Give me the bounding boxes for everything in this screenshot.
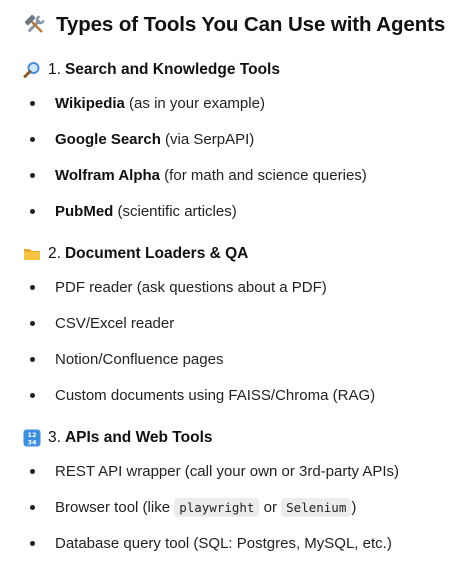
inline-code-selenium: Selenium xyxy=(281,498,352,517)
section-number: 3. xyxy=(48,429,61,446)
list-item-text: Browser tool (like xyxy=(55,499,175,516)
list-item-text: PDF reader (ask questions about a PDF) xyxy=(55,279,327,296)
list-item: Browser tool (like playwright or Seleniu… xyxy=(30,498,357,517)
section-heading-documents: 2. Document Loaders & QA xyxy=(22,245,248,263)
bullet-dot xyxy=(30,173,35,178)
page-title-text: Types of Tools You Can Use with Agents xyxy=(56,13,446,36)
list-item-text: or xyxy=(259,499,282,516)
list-item-text: Custom documents using FAISS/Chroma (RAG… xyxy=(55,387,376,404)
section-number: 1. xyxy=(48,61,61,78)
section-title: Document Loaders & QA xyxy=(64,245,249,262)
input-numbers-icon: 12 34 xyxy=(22,429,42,447)
tool-name: Wolfram Alpha xyxy=(55,167,161,184)
svg-text:34: 34 xyxy=(27,439,37,447)
bullet-dot xyxy=(30,101,35,106)
bullet-dot xyxy=(30,209,35,214)
bullet-dot xyxy=(30,285,35,290)
tool-name: PubMed xyxy=(55,203,114,220)
list-item-text: ) xyxy=(351,499,357,516)
section-heading-search: 1. Search and Knowledge Tools xyxy=(22,61,280,79)
list-item-text: CSV/Excel reader xyxy=(55,315,175,332)
bullet-dot xyxy=(30,541,35,546)
inline-code-playwright: playwright xyxy=(174,498,260,517)
list-item-text: Database query tool (SQL: Postgres, MySQ… xyxy=(55,535,392,552)
section-heading-apis: 12 34 3. APIs and Web Tools xyxy=(22,429,213,447)
list-item: Google Search (via SerpAPI) xyxy=(30,131,254,148)
section-number: 2. xyxy=(48,245,61,262)
bullet-dot xyxy=(30,393,35,398)
bullet-dot xyxy=(30,469,35,474)
list-item: PDF reader (ask questions about a PDF) xyxy=(30,279,327,296)
tool-description: (as in your example) xyxy=(124,95,265,112)
bullet-dot xyxy=(30,505,35,510)
section-title: APIs and Web Tools xyxy=(64,429,213,446)
folder-icon xyxy=(22,245,42,263)
bullet-dot xyxy=(30,137,35,142)
hammer-and-wrench-icon xyxy=(22,13,48,37)
bullet-dot xyxy=(30,357,35,362)
document-page: Types of Tools You Can Use with Agents 1… xyxy=(0,0,451,563)
list-item: Database query tool (SQL: Postgres, MySQ… xyxy=(30,535,392,552)
list-item: Custom documents using FAISS/Chroma (RAG… xyxy=(30,387,375,404)
list-item: CSV/Excel reader xyxy=(30,315,174,332)
list-item: Notion/Confluence pages xyxy=(30,351,223,368)
list-item-text: REST API wrapper (call your own or 3rd-p… xyxy=(55,463,400,480)
list-item: REST API wrapper (call your own or 3rd-p… xyxy=(30,463,399,480)
tool-name: Wikipedia xyxy=(55,95,125,112)
tool-description: (for math and science queries) xyxy=(160,167,367,184)
list-item: PubMed (scientific articles) xyxy=(30,203,237,220)
list-item: Wolfram Alpha (for math and science quer… xyxy=(30,167,367,184)
tool-description: (via SerpAPI) xyxy=(160,131,255,148)
list-item-text: Notion/Confluence pages xyxy=(55,351,224,368)
tool-name: Google Search xyxy=(55,131,161,148)
list-item: Wikipedia (as in your example) xyxy=(30,95,265,112)
section-title: Search and Knowledge Tools xyxy=(64,61,280,78)
page-title: Types of Tools You Can Use with Agents xyxy=(22,13,445,37)
bullet-dot xyxy=(30,321,35,326)
tool-description: (scientific articles) xyxy=(113,203,237,220)
magnifying-glass-icon xyxy=(22,61,42,79)
